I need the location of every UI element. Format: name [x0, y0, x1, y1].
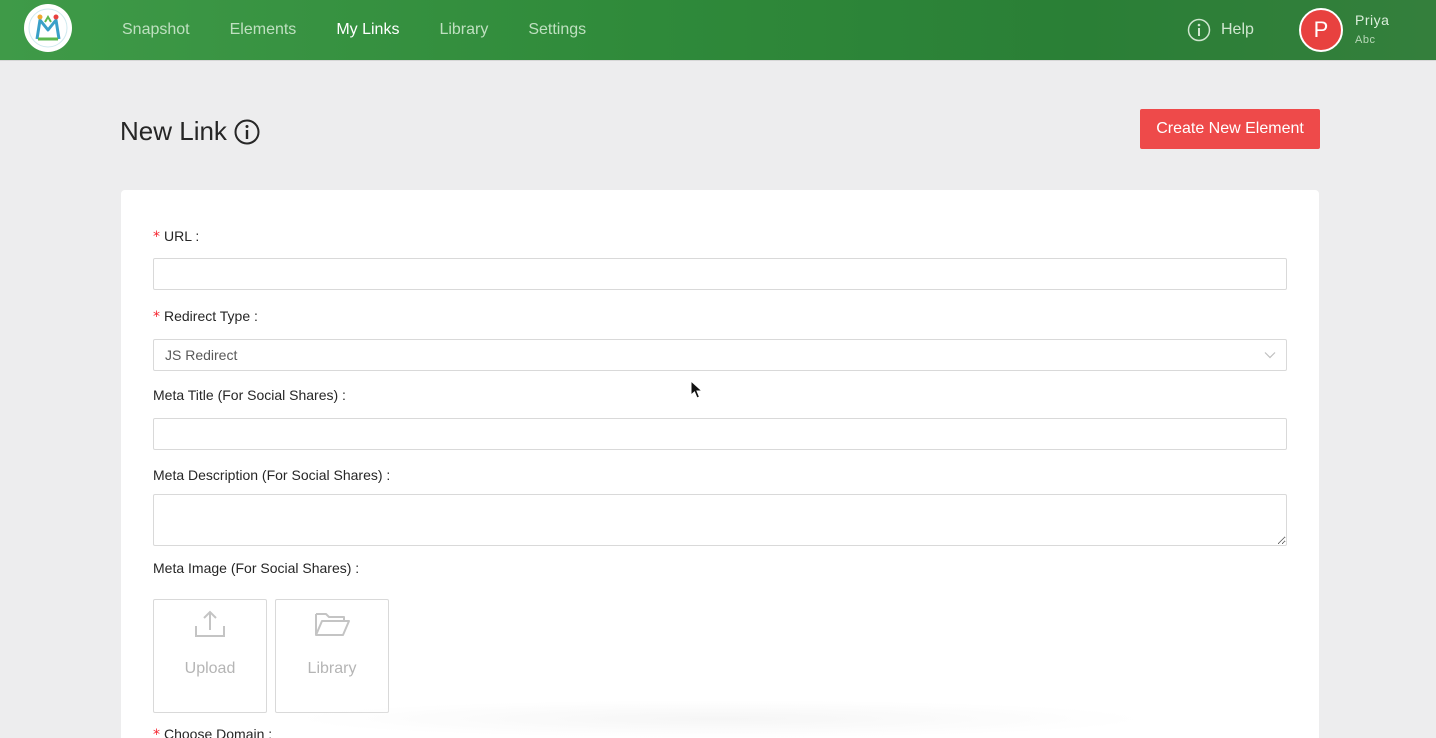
top-navigation-bar: Snapshot Elements My Links Library Setti… — [0, 0, 1436, 61]
create-new-element-button[interactable]: Create New Element — [1140, 109, 1320, 149]
help-link[interactable]: Help — [1187, 18, 1254, 42]
avatar[interactable]: P — [1299, 8, 1343, 52]
upload-label: Upload — [184, 660, 236, 677]
help-icon — [1187, 18, 1211, 42]
required-mark: * — [153, 727, 160, 738]
info-icon[interactable] — [233, 118, 261, 146]
library-button[interactable]: Library — [275, 599, 389, 713]
meta-title-input[interactable] — [153, 418, 1287, 450]
meta-image-label: Meta Image (For Social Shares) : — [153, 560, 360, 576]
folder-open-icon — [315, 613, 350, 636]
app-logo-icon[interactable] — [24, 4, 72, 52]
choose-domain-label: * Choose Domain : — [153, 726, 272, 738]
required-mark: * — [153, 229, 160, 245]
nav-item-library[interactable]: Library — [439, 21, 488, 39]
library-label: Library — [307, 660, 357, 677]
main-nav: Snapshot Elements My Links Library Setti… — [122, 0, 626, 60]
page-title-text: New Link — [120, 116, 227, 146]
url-label: * URL : — [153, 228, 200, 245]
redirect-type-label: * Redirect Type : — [153, 308, 258, 325]
user-org: Abc — [1355, 34, 1376, 46]
help-label: Help — [1221, 21, 1254, 38]
url-input[interactable] — [153, 258, 1287, 290]
required-mark: * — [153, 309, 160, 325]
nav-item-snapshot[interactable]: Snapshot — [122, 21, 190, 39]
chevron-down-icon — [1264, 352, 1276, 359]
meta-title-label: Meta Title (For Social Shares) : — [153, 387, 346, 403]
upload-button[interactable]: Upload — [153, 599, 267, 713]
nav-item-my-links[interactable]: My Links — [336, 21, 399, 39]
nav-item-elements[interactable]: Elements — [230, 21, 297, 39]
mouse-cursor-icon — [690, 380, 704, 399]
new-link-form: * URL : * Redirect Type : JS Redirect Meta… — [121, 190, 1319, 738]
upload-icon — [195, 610, 225, 637]
redirect-type-select[interactable]: JS Redirect — [153, 339, 1287, 371]
nav-item-settings[interactable]: Settings — [528, 21, 586, 39]
page-title: New Link — [120, 116, 261, 147]
user-name: Priya — [1355, 12, 1390, 28]
redirect-type-value: JS Redirect — [165, 347, 238, 363]
meta-description-label: Meta Description (For Social Shares) : — [153, 467, 391, 483]
loading-overlay — [290, 700, 1150, 738]
meta-description-textarea[interactable] — [153, 494, 1287, 546]
